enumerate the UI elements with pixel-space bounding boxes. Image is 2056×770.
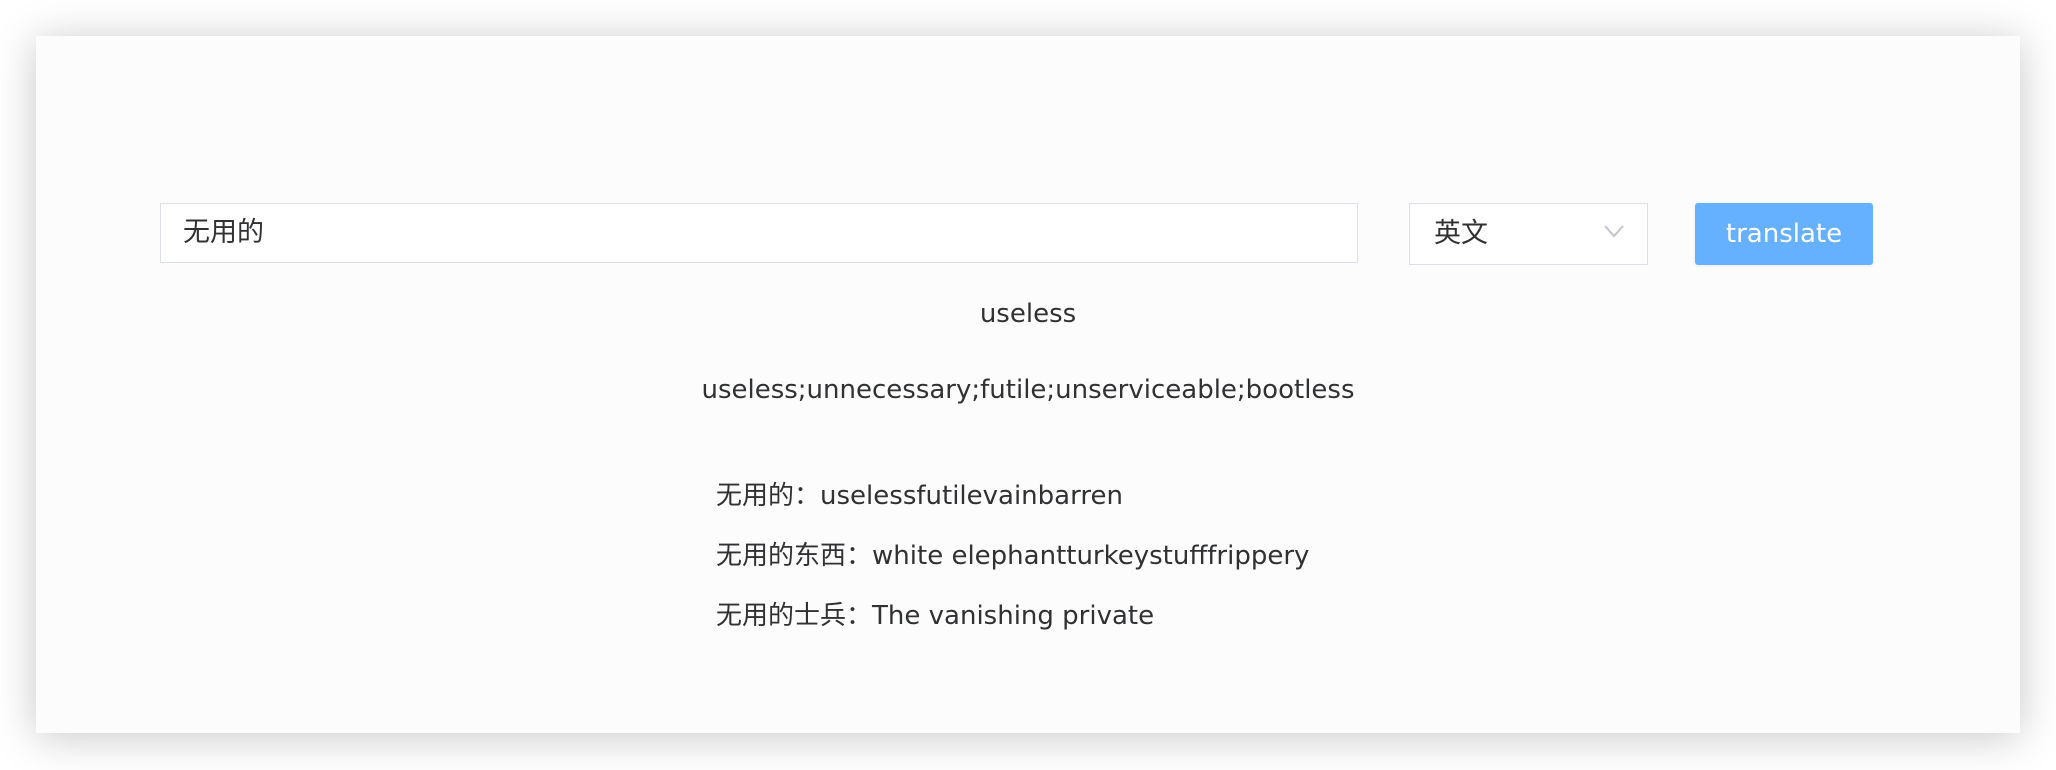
source-text-input[interactable] (160, 203, 1358, 263)
phrase-separator: ： (846, 601, 873, 631)
selected-language: 英文 (1434, 218, 1488, 249)
app-window: 英文 translate useless useless;unnecessary… (36, 36, 2020, 733)
phrase-item: 无用的：uselessfutilevainbarren (716, 466, 1309, 526)
phrase-term: 无用的士兵 (716, 601, 847, 631)
translation-synonyms: useless;unnecessary;futile;unserviceable… (701, 375, 1355, 405)
phrase-term: 无用的 (716, 481, 795, 511)
translation-result-word: useless (979, 299, 1077, 329)
phrase-separator: ： (794, 481, 821, 511)
target-language-select[interactable]: 英文 (1409, 203, 1648, 265)
phrase-term: 无用的东西 (716, 541, 847, 571)
phrase-separator: ： (846, 541, 873, 571)
phrase-meaning: uselessfutilevainbarren (820, 481, 1123, 511)
phrase-item: 无用的东西：white elephantturkeystufffrippery (716, 526, 1309, 586)
phrase-item: 无用的士兵：The vanishing private (716, 586, 1309, 646)
phrase-list: 无用的：uselessfutilevainbarren 无用的东西：white … (716, 466, 1309, 646)
phrase-meaning: white elephantturkeystufffrippery (872, 541, 1310, 571)
phrase-meaning: The vanishing private (872, 601, 1155, 631)
translate-button[interactable]: translate (1695, 203, 1873, 265)
chevron-down-icon (1604, 225, 1624, 238)
